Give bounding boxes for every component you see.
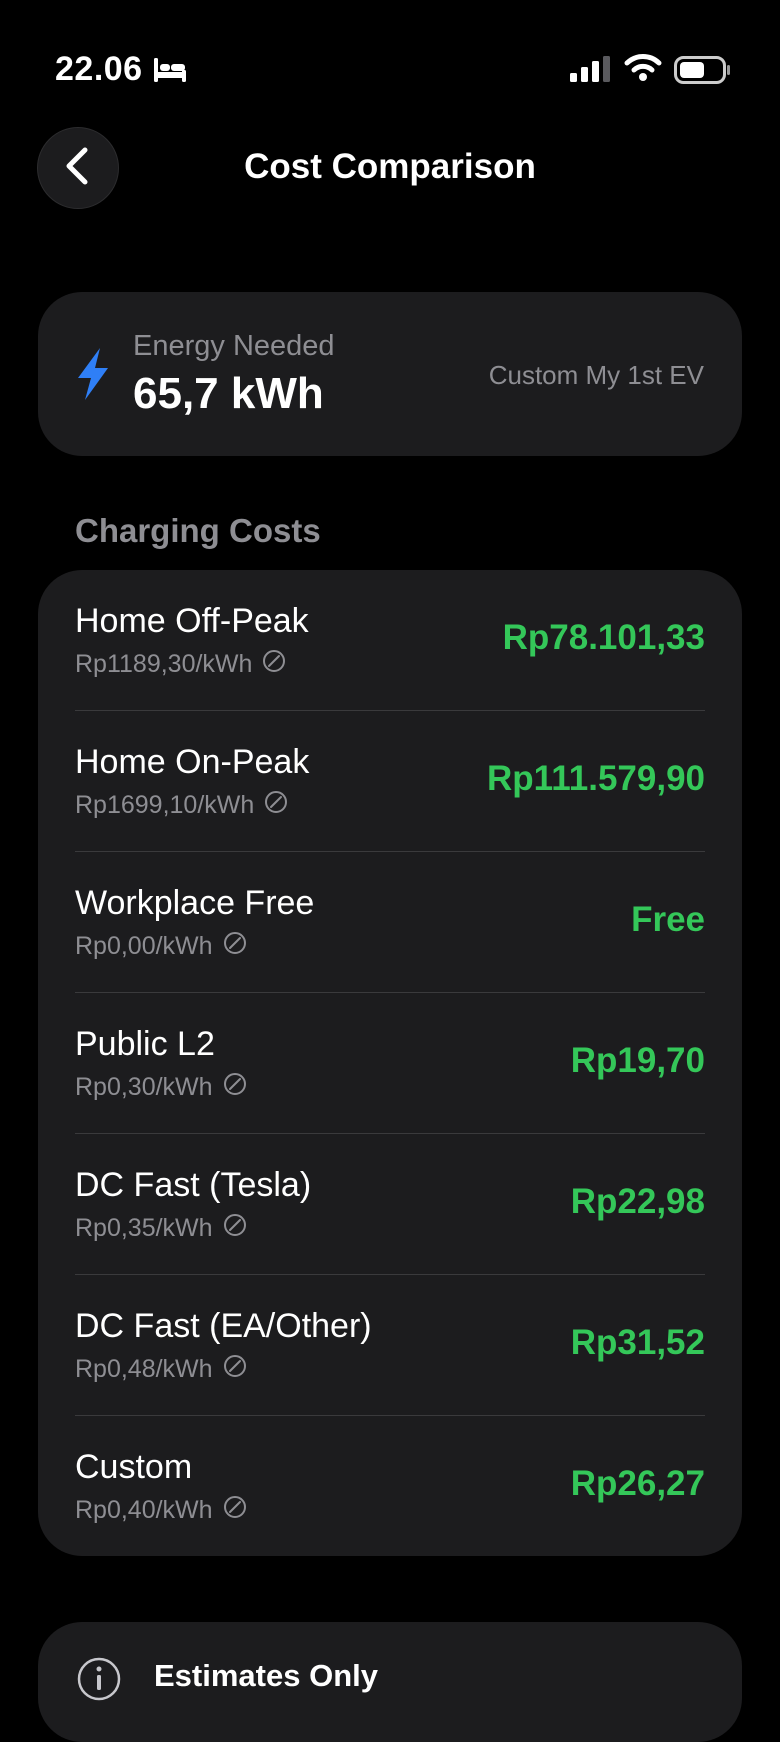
cost-row-custom[interactable]: Custom Rp0,40/kWh Rp26,27 bbox=[38, 1416, 742, 1556]
cost-row-dc-fast-ea-other[interactable]: DC Fast (EA/Other) Rp0,48/kWh Rp31,52 bbox=[38, 1275, 742, 1416]
cost-total: Rp111.579,90 bbox=[487, 759, 705, 798]
cost-name: Home Off-Peak bbox=[75, 602, 309, 640]
bolt-icon bbox=[76, 348, 110, 405]
cost-name: DC Fast (EA/Other) bbox=[75, 1307, 372, 1345]
slash-circle-icon bbox=[223, 1495, 247, 1526]
page-title: Cost Comparison bbox=[244, 147, 536, 186]
vehicle-name: Custom My 1st EV bbox=[488, 360, 704, 390]
cost-row-dc-fast-tesla[interactable]: DC Fast (Tesla) Rp0,35/kWh Rp22,98 bbox=[38, 1134, 742, 1275]
cost-name: Home On-Peak bbox=[75, 743, 310, 781]
slash-circle-icon bbox=[223, 931, 247, 962]
cost-row-home-off-peak[interactable]: Home Off-Peak Rp1189,30/kWh Rp78.101,33 bbox=[38, 570, 742, 711]
status-bar: 22.06 bbox=[0, 0, 780, 140]
section-title: Charging Costs bbox=[75, 512, 321, 549]
cost-rate: Rp0,48/kWh bbox=[75, 1355, 213, 1383]
energy-value: 65,7 kWh bbox=[133, 369, 324, 418]
estimates-info-card: Estimates Only bbox=[38, 1622, 742, 1742]
info-title: Estimates Only bbox=[154, 1658, 378, 1693]
cost-total: Rp31,52 bbox=[570, 1323, 705, 1362]
cost-rate: Rp0,00/kWh bbox=[75, 932, 213, 960]
bed-icon bbox=[152, 56, 188, 89]
cost-name: Workplace Free bbox=[75, 884, 315, 922]
cost-name: DC Fast (Tesla) bbox=[75, 1166, 312, 1204]
cost-total: Rp19,70 bbox=[570, 1041, 705, 1080]
cost-rate: Rp0,30/kWh bbox=[75, 1073, 213, 1101]
cost-row-workplace-free[interactable]: Workplace Free Rp0,00/kWh Free bbox=[38, 852, 742, 993]
cost-rate-container: Rp0,30/kWh bbox=[75, 1072, 247, 1103]
energy-needed-card: Energy Needed 65,7 kWh Custom My 1st EV bbox=[38, 292, 742, 456]
cost-rate-container: Rp1699,10/kWh bbox=[75, 790, 288, 821]
wifi-icon bbox=[624, 52, 662, 87]
cost-rate-container: Rp0,48/kWh bbox=[75, 1354, 247, 1385]
cost-row-public-l2[interactable]: Public L2 Rp0,30/kWh Rp19,70 bbox=[38, 993, 742, 1134]
cost-rate: Rp1189,30/kWh bbox=[75, 650, 253, 678]
slash-circle-icon bbox=[262, 649, 286, 680]
cost-name: Custom bbox=[75, 1448, 193, 1486]
cost-rate-container: Rp0,35/kWh bbox=[75, 1213, 247, 1244]
cost-rate-container: Rp0,40/kWh bbox=[75, 1495, 247, 1526]
cost-total: Rp22,98 bbox=[570, 1182, 705, 1221]
cost-total: Rp26,27 bbox=[570, 1464, 705, 1503]
slash-circle-icon bbox=[223, 1072, 247, 1103]
cost-rate-container: Rp1189,30/kWh bbox=[75, 649, 286, 680]
cellular-signal-icon bbox=[570, 56, 612, 87]
cost-name: Public L2 bbox=[75, 1025, 215, 1063]
battery-icon bbox=[674, 56, 732, 89]
cost-row-home-on-peak[interactable]: Home On-Peak Rp1699,10/kWh Rp111.579,90 bbox=[38, 711, 742, 852]
energy-label: Energy Needed bbox=[133, 330, 335, 362]
slash-circle-icon bbox=[264, 790, 288, 821]
cost-total: Free bbox=[631, 900, 705, 939]
cost-rate: Rp1699,10/kWh bbox=[75, 791, 255, 819]
status-time: 22.06 bbox=[55, 50, 143, 88]
info-circle-icon bbox=[76, 1656, 122, 1707]
cost-rate-container: Rp0,00/kWh bbox=[75, 931, 247, 962]
charging-costs-list: Home Off-Peak Rp1189,30/kWh Rp78.101,33 … bbox=[38, 570, 742, 1556]
cost-rate: Rp0,35/kWh bbox=[75, 1214, 213, 1242]
slash-circle-icon bbox=[223, 1213, 247, 1244]
slash-circle-icon bbox=[223, 1354, 247, 1385]
cost-rate: Rp0,40/kWh bbox=[75, 1496, 213, 1524]
cost-total: Rp78.101,33 bbox=[502, 618, 705, 657]
